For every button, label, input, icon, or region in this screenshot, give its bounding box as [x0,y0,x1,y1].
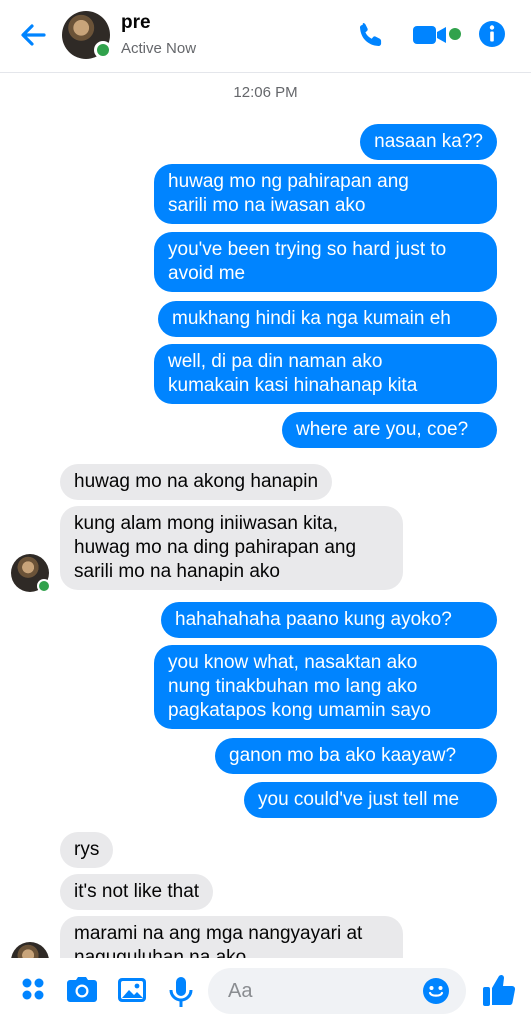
incoming-message[interactable]: kung alam mong iniiwasan kita, huwag mo … [60,506,403,590]
outgoing-message[interactable]: where are you, coe? [282,412,497,448]
contact-name[interactable]: pre [121,12,151,34]
outgoing-message[interactable]: you've been trying so hard just to avoid… [154,232,497,292]
video-camera-icon[interactable] [412,20,448,50]
message-input-placeholder: Aa [228,980,253,1002]
conversation-header: pre Active Now [0,0,531,73]
outgoing-message[interactable]: you could've just tell me [244,782,497,818]
online-indicator [37,579,51,593]
microphone-icon[interactable] [168,976,194,1008]
online-indicator [94,41,112,59]
outgoing-message[interactable]: ganon mo ba ako kaayaw? [215,738,497,774]
message-timestamp: 12:06 PM [233,84,298,101]
incoming-message[interactable]: rys [60,832,114,868]
apps-grid-icon[interactable] [20,976,46,1002]
outgoing-message[interactable]: nasaan ka?? [360,124,497,160]
incoming-message[interactable]: it's not like that [60,874,214,910]
message-input[interactable]: Aa [208,968,466,1014]
incoming-message[interactable]: huwag mo na akong hanapin [60,464,333,500]
phone-icon[interactable] [356,20,386,50]
info-icon[interactable] [478,20,506,48]
back-arrow-icon[interactable] [16,18,50,52]
active-status: Active Now [121,40,197,57]
video-active-dot [449,28,461,40]
thumbs-up-icon[interactable] [482,972,516,1008]
outgoing-message[interactable]: well, di pa din naman ako kumakain kasi … [154,344,497,404]
outgoing-message[interactable]: hahahahaha paano kung ayoko? [161,602,497,638]
contact-avatar[interactable] [62,11,112,59]
contact-mini-avatar [11,554,51,593]
outgoing-message[interactable]: you know what, nasaktan ako nung tinakbu… [154,645,497,729]
message-composer: Aa [0,958,531,1024]
camera-icon[interactable] [66,976,98,1004]
outgoing-message[interactable]: mukhang hindi ka nga kumain eh [158,301,497,337]
outgoing-message[interactable]: huwag mo ng pahirapan ang sarili mo na i… [154,164,497,224]
emoji-icon[interactable] [422,977,450,1005]
gallery-image-icon[interactable] [117,976,147,1004]
